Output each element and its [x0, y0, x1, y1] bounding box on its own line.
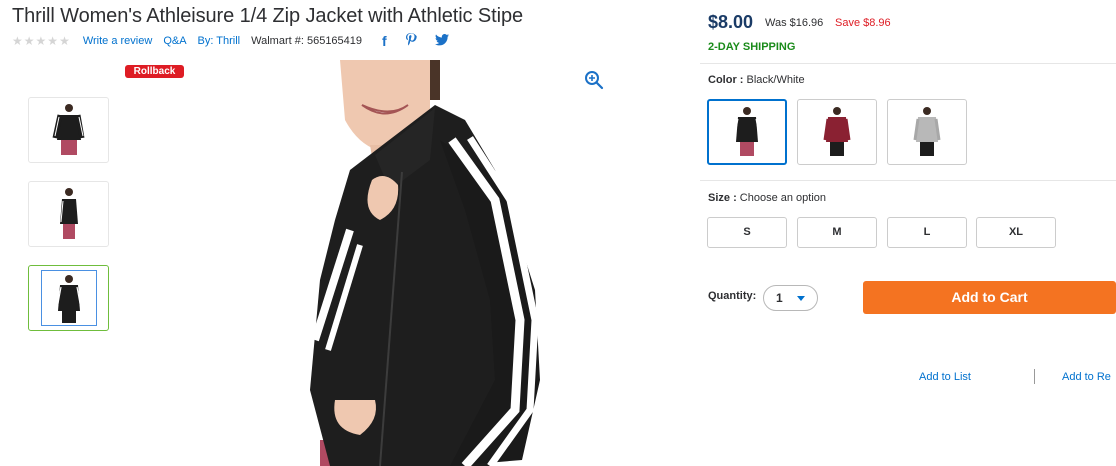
- color-selected-value: Black/White: [746, 74, 805, 86]
- zoom-in-icon[interactable]: [584, 70, 604, 90]
- write-review-link[interactable]: Write a review: [83, 35, 152, 47]
- size-label-row: Size : Choose an option: [708, 192, 826, 204]
- thumbnail-2-image: [59, 188, 78, 239]
- size-prompt: Choose an option: [739, 192, 827, 204]
- thumbnail-1-image: [52, 104, 84, 155]
- star-icon: ★: [23, 34, 35, 48]
- pinterest-icon[interactable]: [405, 33, 417, 49]
- link-separator: [1034, 369, 1035, 384]
- was-price: Was $16.96: [765, 17, 824, 29]
- product-title: Thrill Women's Athleisure 1/4 Zip Jacket…: [12, 5, 524, 27]
- add-to-list-link[interactable]: Add to List: [919, 371, 971, 383]
- qa-link[interactable]: Q&A: [163, 35, 186, 47]
- quantity-value: 1: [776, 291, 783, 305]
- swatch-image: [913, 107, 941, 156]
- rollback-badge: Rollback: [125, 65, 184, 78]
- facebook-icon[interactable]: f: [382, 34, 387, 48]
- current-price: $8.00: [708, 12, 754, 32]
- thumbnail-3-image: [55, 275, 82, 323]
- size-option-s[interactable]: S: [707, 217, 787, 248]
- thumbnail-3[interactable]: [28, 265, 109, 331]
- color-label-row: Color : Black/White: [708, 74, 805, 86]
- shipping-badge: 2-DAY SHIPPING: [708, 41, 796, 53]
- quantity-select[interactable]: 1: [763, 285, 818, 311]
- brand-link[interactable]: By: Thrill: [198, 35, 241, 47]
- main-product-image: [310, 60, 540, 466]
- chevron-down-icon: [797, 296, 805, 301]
- add-to-cart-button[interactable]: Add to Cart: [863, 281, 1116, 314]
- thumbnail-3-selected: [40, 270, 97, 326]
- quantity-label: Quantity:: [708, 290, 757, 302]
- star-icon: ★: [59, 34, 70, 48]
- star-icon: ★: [12, 34, 23, 48]
- divider: [700, 63, 1116, 64]
- swatch-image: [733, 107, 761, 156]
- twitter-icon[interactable]: [434, 34, 449, 48]
- size-label: Size :: [708, 192, 737, 204]
- add-to-registry-link[interactable]: Add to Re: [1062, 371, 1111, 383]
- color-swatch-heather-gray[interactable]: [887, 99, 967, 165]
- star-icon: ★: [47, 34, 59, 48]
- swatch-image: [823, 107, 851, 156]
- color-swatch-burgundy[interactable]: [797, 99, 877, 165]
- color-swatch-black-white[interactable]: [707, 99, 787, 165]
- thumbnail-2[interactable]: [28, 181, 109, 247]
- star-icon: ★: [35, 34, 47, 48]
- color-label: Color :: [708, 74, 744, 86]
- divider: [700, 180, 1116, 181]
- social-share: f: [382, 33, 449, 49]
- savings-amount: Save $8.96: [835, 17, 891, 29]
- thumbnail-1[interactable]: [28, 97, 109, 163]
- size-option-m[interactable]: M: [797, 217, 877, 248]
- product-meta-row: ★ ★ ★ ★ ★ Write a review Q&A By: Thrill …: [12, 33, 449, 49]
- size-option-xl[interactable]: XL: [976, 217, 1056, 248]
- size-option-l[interactable]: L: [887, 217, 967, 248]
- walmart-number: Walmart #: 565165419: [251, 35, 363, 47]
- rating-stars[interactable]: ★ ★ ★ ★ ★: [12, 35, 70, 47]
